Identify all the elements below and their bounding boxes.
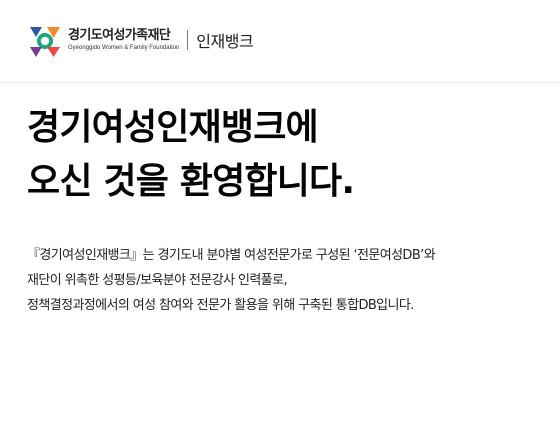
intro-description-line-2: 재단이 위촉한 성평등/보육분야 전문강사 인력풀로, xyxy=(27,273,288,288)
foundation-logo-icon xyxy=(30,27,60,57)
home-logo-link[interactable]: 경기도여성가족재단 Gyeonggido Women & Family Foun… xyxy=(27,22,254,58)
foundation-name: 경기도여성가족재단 Gyeonggido Women & Family Foun… xyxy=(68,29,179,51)
welcome-title-line-2: 오신 것을 환영합니다. xyxy=(27,161,355,202)
talent-bank-name: 인재뱅크 xyxy=(196,32,254,51)
welcome-title-line-1: 경기여성인재뱅크에 xyxy=(27,107,319,148)
intro-description-line-1: 『경기여성인재뱅크』는 경기도내 분야별 여성전문가로 구성된 ‘전문여성DB’… xyxy=(27,248,436,263)
intro-description: 『경기여성인재뱅크』는 경기도내 분야별 여성전문가로 구성된 ‘전문여성DB’… xyxy=(27,243,436,318)
site-header: 경기도여성가족재단 Gyeonggido Women & Family Foun… xyxy=(0,0,560,83)
foundation-korean-name: 경기도여성가족재단 xyxy=(68,28,171,43)
logo-divider xyxy=(187,30,189,50)
welcome-title: 경기여성인재뱅크에 오신 것을 환영합니다. xyxy=(27,101,355,209)
foundation-english-name: Gyeonggido Women & Family Foundation xyxy=(68,45,180,51)
intro-description-line-3: 정책결정과정에서의 여성 참여와 전문가 활용을 위해 구축된 통합DB입니다. xyxy=(27,298,414,313)
